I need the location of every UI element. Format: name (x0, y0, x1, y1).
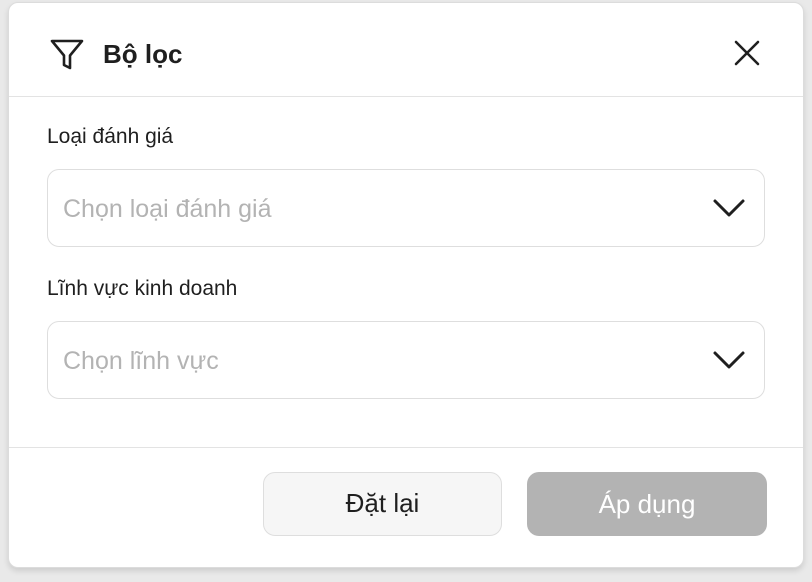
close-button[interactable] (731, 37, 763, 69)
chevron-down-icon (712, 196, 746, 220)
apply-button[interactable]: Áp dụng (527, 472, 767, 536)
review-type-label: Loại đánh giá (47, 125, 174, 148)
dialog-header: Bộ lọc (9, 3, 803, 97)
chevron-down-icon (712, 348, 746, 372)
dialog-title: Bộ lọc (103, 39, 183, 69)
business-field-label: Lĩnh vực kinh doanh (47, 277, 238, 300)
footer-divider (9, 447, 803, 448)
business-field-placeholder: Chọn lĩnh vực (63, 347, 219, 375)
reset-button[interactable]: Đặt lại (263, 472, 502, 536)
review-type-select[interactable]: Chọn loại đánh giá (47, 169, 765, 247)
review-type-placeholder: Chọn loại đánh giá (63, 195, 272, 223)
filter-icon (49, 37, 85, 73)
business-field-select[interactable]: Chọn lĩnh vực (47, 321, 765, 399)
close-icon[interactable] (731, 37, 763, 69)
filter-dialog: Bộ lọc Loại đánh giá Chọn loại đánh giá … (8, 2, 804, 568)
